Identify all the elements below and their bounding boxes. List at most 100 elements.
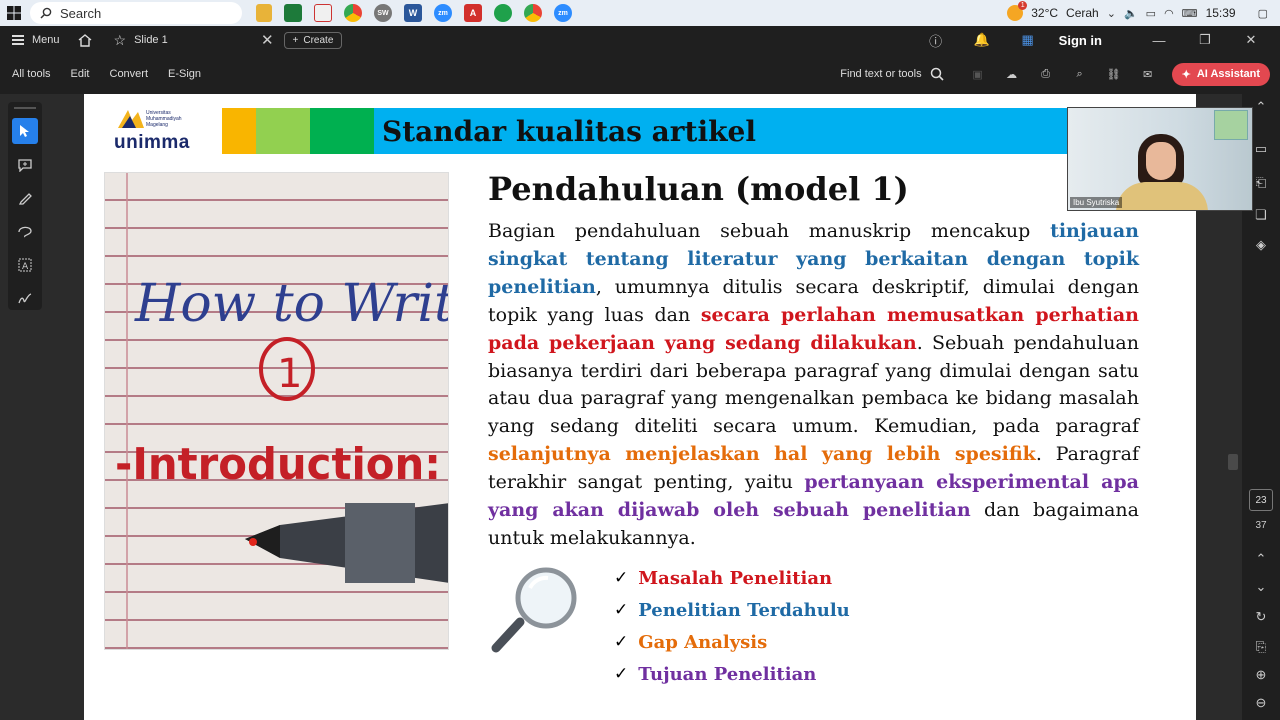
left-tool-rail: A [0, 94, 84, 720]
star-icon[interactable]: ☆ [114, 32, 127, 49]
checklist-item: ✓ Masalah Penelitian [614, 562, 850, 594]
participant-name: Ibu Syutriska [1070, 197, 1123, 208]
bell-icon[interactable]: 🔔 [967, 32, 997, 48]
photo-text-how-to-write: How to Write [134, 274, 449, 334]
university-emblem-icon [118, 110, 144, 128]
close-window-icon[interactable]: ✕ [1236, 32, 1266, 48]
ai-assistant-button[interactable]: ✦ AI Assistant [1171, 62, 1270, 86]
taskbar-search-label: Search [60, 5, 102, 21]
layers-icon[interactable]: ◈ [1252, 236, 1270, 254]
taskbar-search-box[interactable]: Search [30, 2, 242, 24]
comment-panel-icon[interactable]: ▭ [1252, 140, 1270, 158]
chevron-up-icon[interactable]: ⌄ [1107, 7, 1116, 20]
quick-tools-panel: A [8, 102, 42, 310]
chrome-icon[interactable] [344, 4, 362, 22]
zoom-out-icon[interactable]: ⊖ [1252, 694, 1270, 712]
select-cursor-icon[interactable] [12, 118, 38, 144]
title-bar-yellow-block [222, 108, 256, 154]
print-icon[interactable]: ⎙ [1036, 64, 1056, 84]
temperature: 32°C [1031, 6, 1059, 20]
windows-start-icon[interactable] [0, 0, 28, 26]
photo-text-introduction: -Introduction: [115, 439, 441, 490]
rotate-icon[interactable]: ↻ [1252, 608, 1270, 626]
zoom-icon[interactable]: zm [434, 4, 452, 22]
section-heading: Pendahuluan (model 1) [488, 170, 909, 208]
zoom-meeting-icon[interactable]: zm [554, 4, 572, 22]
menu-button[interactable]: Menu [0, 26, 72, 54]
page-export-icon[interactable]: ⎘ [1252, 638, 1270, 656]
ai-sparkle-icon: ✦ [1181, 68, 1191, 81]
check-icon: ✓ [614, 664, 629, 684]
wifi-icon[interactable]: ◠ [1164, 7, 1174, 20]
find-tools-search[interactable]: Find text or tools [840, 67, 944, 81]
document-tab[interactable]: ☆ Slide 1 ✕ [104, 26, 278, 54]
apps-grid-icon[interactable]: ▦ [1013, 32, 1043, 48]
weather-icon[interactable] [1007, 1, 1028, 21]
restore-icon[interactable]: ❐ [1190, 32, 1220, 48]
svg-text:A: A [22, 262, 29, 272]
marker-pen-icon [245, 503, 448, 583]
upload-cloud-icon[interactable]: ☁ [1002, 64, 1022, 84]
battery-icon[interactable]: ▭ [1146, 7, 1156, 20]
draw-freeform-icon[interactable] [12, 218, 38, 244]
highlight-pen-icon[interactable] [12, 185, 38, 211]
collapse-up-icon[interactable]: ⌃ [1252, 98, 1270, 116]
scrollbar-thumb[interactable] [1228, 454, 1238, 470]
notification-icon[interactable]: ▢ [1258, 7, 1268, 20]
document-tab-title: Slide 1 [134, 34, 168, 46]
signature-icon[interactable] [12, 285, 38, 311]
clock[interactable]: 15:39 [1206, 6, 1236, 20]
next-page-icon[interactable]: ⌄ [1252, 578, 1270, 596]
search-document-icon[interactable]: ⌕ [1070, 64, 1090, 84]
webcam-background-screen [1214, 110, 1248, 140]
search-icon [930, 67, 944, 81]
title-bar-lightgreen-block [256, 108, 310, 154]
email-icon[interactable]: ✉ [1138, 64, 1158, 84]
help-icon[interactable]: ⓘ [921, 31, 951, 50]
search-icon [40, 7, 52, 19]
minimize-icon[interactable]: — [1144, 33, 1174, 48]
copy-pages-icon[interactable]: ❏ [1252, 206, 1270, 224]
webcam-video-tile[interactable]: Ibu Syutriska [1067, 107, 1253, 211]
checklist-label: Penelitian Terdahulu [638, 599, 850, 621]
magnifying-glass-icon [491, 567, 577, 653]
tab-all-tools[interactable]: All tools [12, 68, 51, 80]
plus-icon: + [292, 34, 299, 46]
word-icon[interactable]: W [404, 4, 422, 22]
sign-in-button[interactable]: Sign in [1059, 33, 1102, 48]
paragraph-text: Bagian pendahuluan sebuah manuskrip menc… [488, 220, 1051, 242]
text-box-icon[interactable]: A [12, 252, 38, 278]
create-button[interactable]: + Create [283, 31, 343, 49]
check-icon: ✓ [614, 632, 629, 652]
store-icon[interactable] [284, 4, 302, 22]
edge-icon[interactable] [494, 4, 512, 22]
checklist-label: Tujuan Penelitian [638, 663, 817, 685]
system-tray: 32°C Cerah ⌄ 🔈 ▭ ◠ ⌨ 15:39 ▢ [1007, 0, 1280, 26]
home-icon[interactable] [72, 33, 98, 47]
previous-page-icon[interactable]: ⌃ [1252, 550, 1270, 568]
photo-text-number: 1 [277, 351, 302, 397]
weather-condition: Cerah [1066, 6, 1099, 20]
volume-icon[interactable]: 🔈 [1124, 7, 1138, 20]
file-explorer-icon[interactable] [256, 4, 272, 22]
participant-face [1146, 142, 1176, 180]
chrome-profile-icon[interactable] [524, 4, 542, 22]
snip-tool-icon[interactable] [314, 4, 332, 22]
panel-grip[interactable] [14, 107, 36, 109]
tab-edit[interactable]: Edit [71, 68, 90, 80]
checklist-item: ✓ Penelitian Terdahulu [614, 594, 850, 626]
app-sw-icon[interactable]: SW [374, 4, 392, 22]
title-bar-green-block [310, 108, 374, 154]
zoom-in-icon[interactable]: ⊕ [1252, 666, 1270, 684]
acrobat-icon[interactable]: A [464, 4, 482, 22]
current-page-input[interactable]: 23 [1249, 489, 1273, 511]
save-icon[interactable]: ▣ [968, 64, 988, 84]
tab-e-sign[interactable]: E-Sign [168, 68, 201, 80]
add-comment-icon[interactable] [12, 152, 38, 178]
close-tab-icon[interactable]: ✕ [261, 31, 274, 49]
body-paragraph: Bagian pendahuluan sebuah manuskrip menc… [488, 218, 1139, 553]
tab-convert[interactable]: Convert [110, 68, 149, 80]
keyboard-icon[interactable]: ⌨ [1182, 7, 1198, 20]
link-icon[interactable]: ⛓ [1104, 64, 1124, 84]
bookmark-icon[interactable]: ⎗ [1252, 174, 1270, 192]
